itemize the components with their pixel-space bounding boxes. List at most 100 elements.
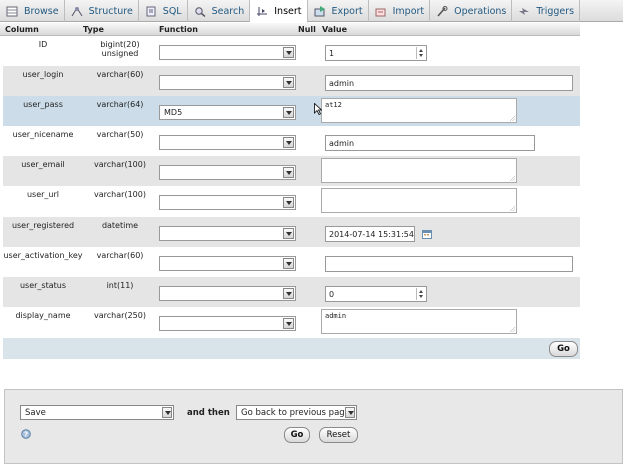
sql-icon [145, 6, 157, 17]
insert-icon [256, 6, 268, 17]
function-select[interactable] [159, 316, 296, 331]
function-select[interactable] [159, 75, 296, 90]
value-input[interactable]: admin [325, 75, 573, 91]
header-value: Value [322, 25, 348, 34]
function-select[interactable] [159, 226, 296, 241]
value-input[interactable]: 0 [325, 286, 427, 302]
column-name: user_nicename [12, 130, 74, 139]
tab-label: Browse [24, 5, 59, 17]
table-row: user_status int(11) 0 [3, 277, 580, 307]
value-textarea[interactable] [321, 188, 517, 213]
tab-label: Operations [454, 5, 507, 17]
function-select[interactable]: MD5 [159, 105, 296, 120]
tab-label: Insert [274, 5, 302, 17]
tab-structure[interactable]: Structure [65, 0, 139, 22]
column-type: varchar(250) [94, 311, 146, 320]
chevron-down-icon [283, 137, 294, 148]
column-name: user_email [21, 160, 65, 169]
function-select[interactable] [159, 45, 296, 60]
table-row: ID bigint(20) unsigned 1 [3, 36, 580, 66]
form-footer: Go [3, 338, 580, 359]
svg-text:?: ? [24, 431, 28, 439]
tab-label: SQL [162, 5, 182, 17]
column-name: display_name [15, 311, 71, 320]
column-name: user_url [26, 190, 60, 199]
mouse-cursor-icon [314, 102, 323, 116]
chevron-down-icon [345, 407, 355, 418]
value-textarea[interactable]: at12 [321, 98, 517, 123]
function-select[interactable] [159, 165, 296, 180]
tab-import[interactable]: Import [369, 0, 431, 22]
column-name: user_status [19, 281, 67, 290]
after-insert-select[interactable]: Go back to previous page [236, 405, 357, 420]
column-name: user_activation_key [3, 251, 83, 260]
table-row: user_registered datetime 2014-07-14 15:3… [3, 217, 580, 247]
tab-label: Triggers [536, 5, 575, 17]
value-textarea[interactable]: admin [321, 309, 517, 334]
tab-label: Structure [88, 5, 133, 17]
function-select[interactable] [159, 195, 296, 210]
function-select[interactable] [159, 135, 296, 150]
tab-triggers[interactable]: Triggers [512, 0, 581, 22]
chevron-down-icon [283, 167, 294, 178]
column-type: varchar(100) [94, 160, 146, 169]
value-input[interactable]: admin [325, 135, 535, 151]
export-icon [314, 5, 326, 17]
column-type: int(11) [106, 281, 134, 290]
tab-search[interactable]: Search [188, 0, 251, 22]
spinner-icon[interactable] [416, 47, 425, 59]
column-name: user_login [22, 70, 64, 79]
column-type: datetime [101, 221, 139, 230]
header-column: Column [5, 25, 39, 34]
tab-bar: Browse Structure SQL Search Insert Expor… [0, 0, 623, 23]
value-textarea[interactable] [321, 158, 517, 183]
column-type: varchar(60) [96, 70, 144, 79]
column-name: ID [38, 40, 48, 49]
go-button[interactable]: Go [284, 427, 310, 443]
go-button[interactable]: Go [549, 341, 578, 357]
column-type: varchar(60) [96, 251, 144, 260]
chevron-down-icon [283, 47, 294, 58]
header-function: Function [159, 25, 198, 34]
chevron-down-icon [283, 197, 294, 208]
function-select[interactable] [159, 286, 296, 301]
table-row: user_email varchar(100) [3, 156, 580, 186]
tab-insert[interactable]: Insert [250, 0, 308, 23]
table-row: user_activation_key varchar(60) [3, 247, 580, 277]
calendar-icon[interactable] [422, 229, 432, 239]
chevron-down-icon [283, 258, 294, 269]
import-icon [375, 6, 387, 17]
function-select[interactable] [159, 256, 296, 271]
reset-button[interactable]: Reset [319, 427, 358, 443]
column-name: user_registered [11, 221, 75, 230]
column-name: user_pass [23, 100, 63, 109]
value-input[interactable]: 2014-07-14 15:31:54 [325, 226, 415, 242]
table-header: Column Type Function Null Value [0, 23, 580, 36]
tab-label: Import [392, 5, 425, 17]
table-row: user_nicename varchar(50) admin [3, 126, 580, 156]
help-icon[interactable]: ? [21, 429, 31, 439]
submit-panel: Save and then Go back to previous page ?… [4, 389, 623, 464]
table-row: user_login varchar(60) admin [3, 66, 580, 96]
table-row: user_url varchar(100) [3, 186, 580, 216]
chevron-down-icon [283, 228, 294, 239]
tab-operations[interactable]: Operations [430, 0, 513, 22]
header-type: Type [83, 25, 104, 34]
tab-export[interactable]: Export [308, 0, 369, 22]
chevron-down-icon [162, 407, 172, 418]
header-null: Null [298, 25, 316, 34]
tab-browse[interactable]: Browse [0, 0, 65, 22]
operations-icon [436, 5, 448, 17]
value-input[interactable] [325, 256, 573, 272]
chevron-down-icon [283, 288, 294, 299]
tab-sql[interactable]: SQL [139, 0, 188, 22]
tab-label: Export [331, 5, 363, 17]
column-type: varchar(50) [96, 130, 144, 139]
action-select[interactable]: Save [20, 405, 174, 420]
value-input[interactable]: 1 [325, 45, 427, 61]
browse-icon [6, 6, 18, 17]
search-icon [194, 6, 206, 17]
spinner-icon[interactable] [416, 288, 425, 300]
table-row: user_pass varchar(64) MD5 at12 [3, 96, 580, 126]
column-type: varchar(100) [94, 190, 146, 199]
